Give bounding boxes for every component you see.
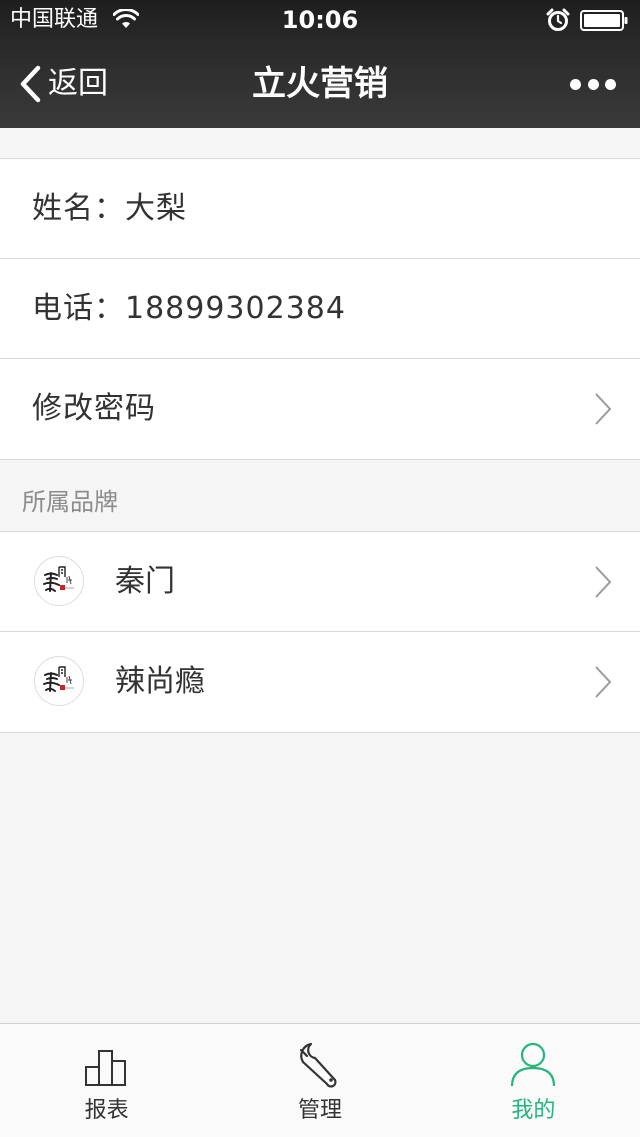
tab-bar: 报表 管理 我的 [0, 1023, 640, 1137]
tab-label: 报表 [84, 1098, 129, 1123]
profile-group: 姓名：大梨 电话：18899302384 修改密码 [0, 158, 640, 460]
more-dot-icon [587, 78, 599, 90]
battery-icon [580, 10, 628, 31]
tab-label: 管理 [297, 1098, 342, 1123]
alarm-icon [546, 8, 570, 31]
back-label: 返回 [48, 66, 108, 101]
status-time: 10:06 [281, 6, 359, 34]
user-icon [511, 1042, 556, 1087]
brand-name: 秦门 [115, 564, 175, 599]
chevron-right-icon [595, 393, 612, 425]
tab-reports[interactable]: 报表 [0, 1024, 213, 1137]
profile-phone-row: 电话：18899302384 [0, 259, 640, 359]
bar-chart-icon [84, 1050, 126, 1086]
back-button[interactable]: 返回 [18, 62, 108, 106]
change-password-label: 修改密码 [32, 391, 156, 426]
brand-logo-mark-icon [43, 566, 74, 592]
brand-logo [34, 656, 84, 706]
more-dot-icon [605, 78, 616, 90]
brand-logo-mark-icon [43, 666, 74, 692]
brand-name: 辣尚瘾 [115, 664, 205, 699]
brands-group: 秦门 辣尚瘾 [0, 531, 640, 733]
chevron-right-icon [595, 666, 612, 698]
brands-section-title: 所属品牌 [22, 488, 118, 516]
brand-row-lashangyin[interactable]: 辣尚瘾 [0, 632, 640, 732]
wrench-icon [299, 1042, 337, 1088]
tab-manage[interactable]: 管理 [213, 1024, 426, 1137]
chevron-left-icon [20, 65, 41, 103]
tab-mine[interactable]: 我的 [427, 1024, 640, 1137]
profile-name: 姓名：大梨 [32, 191, 187, 226]
more-dot-icon [570, 78, 581, 90]
profile-name-row: 姓名：大梨 [0, 159, 640, 259]
brand-logo [34, 556, 84, 606]
profile-phone: 电话：18899302384 [32, 291, 346, 326]
status-bar: 中国联通 10:06 [0, 0, 640, 40]
tab-label: 我的 [511, 1098, 556, 1123]
top-bar: 中国联通 10:06 返回 立火营销 [0, 0, 640, 128]
change-password-row[interactable]: 修改密码 [0, 359, 640, 459]
brand-row-qinmen[interactable]: 秦门 [0, 532, 640, 632]
chevron-right-icon [595, 566, 612, 598]
navigation-bar: 返回 立火营销 [0, 40, 640, 128]
more-options-button[interactable] [570, 70, 616, 98]
